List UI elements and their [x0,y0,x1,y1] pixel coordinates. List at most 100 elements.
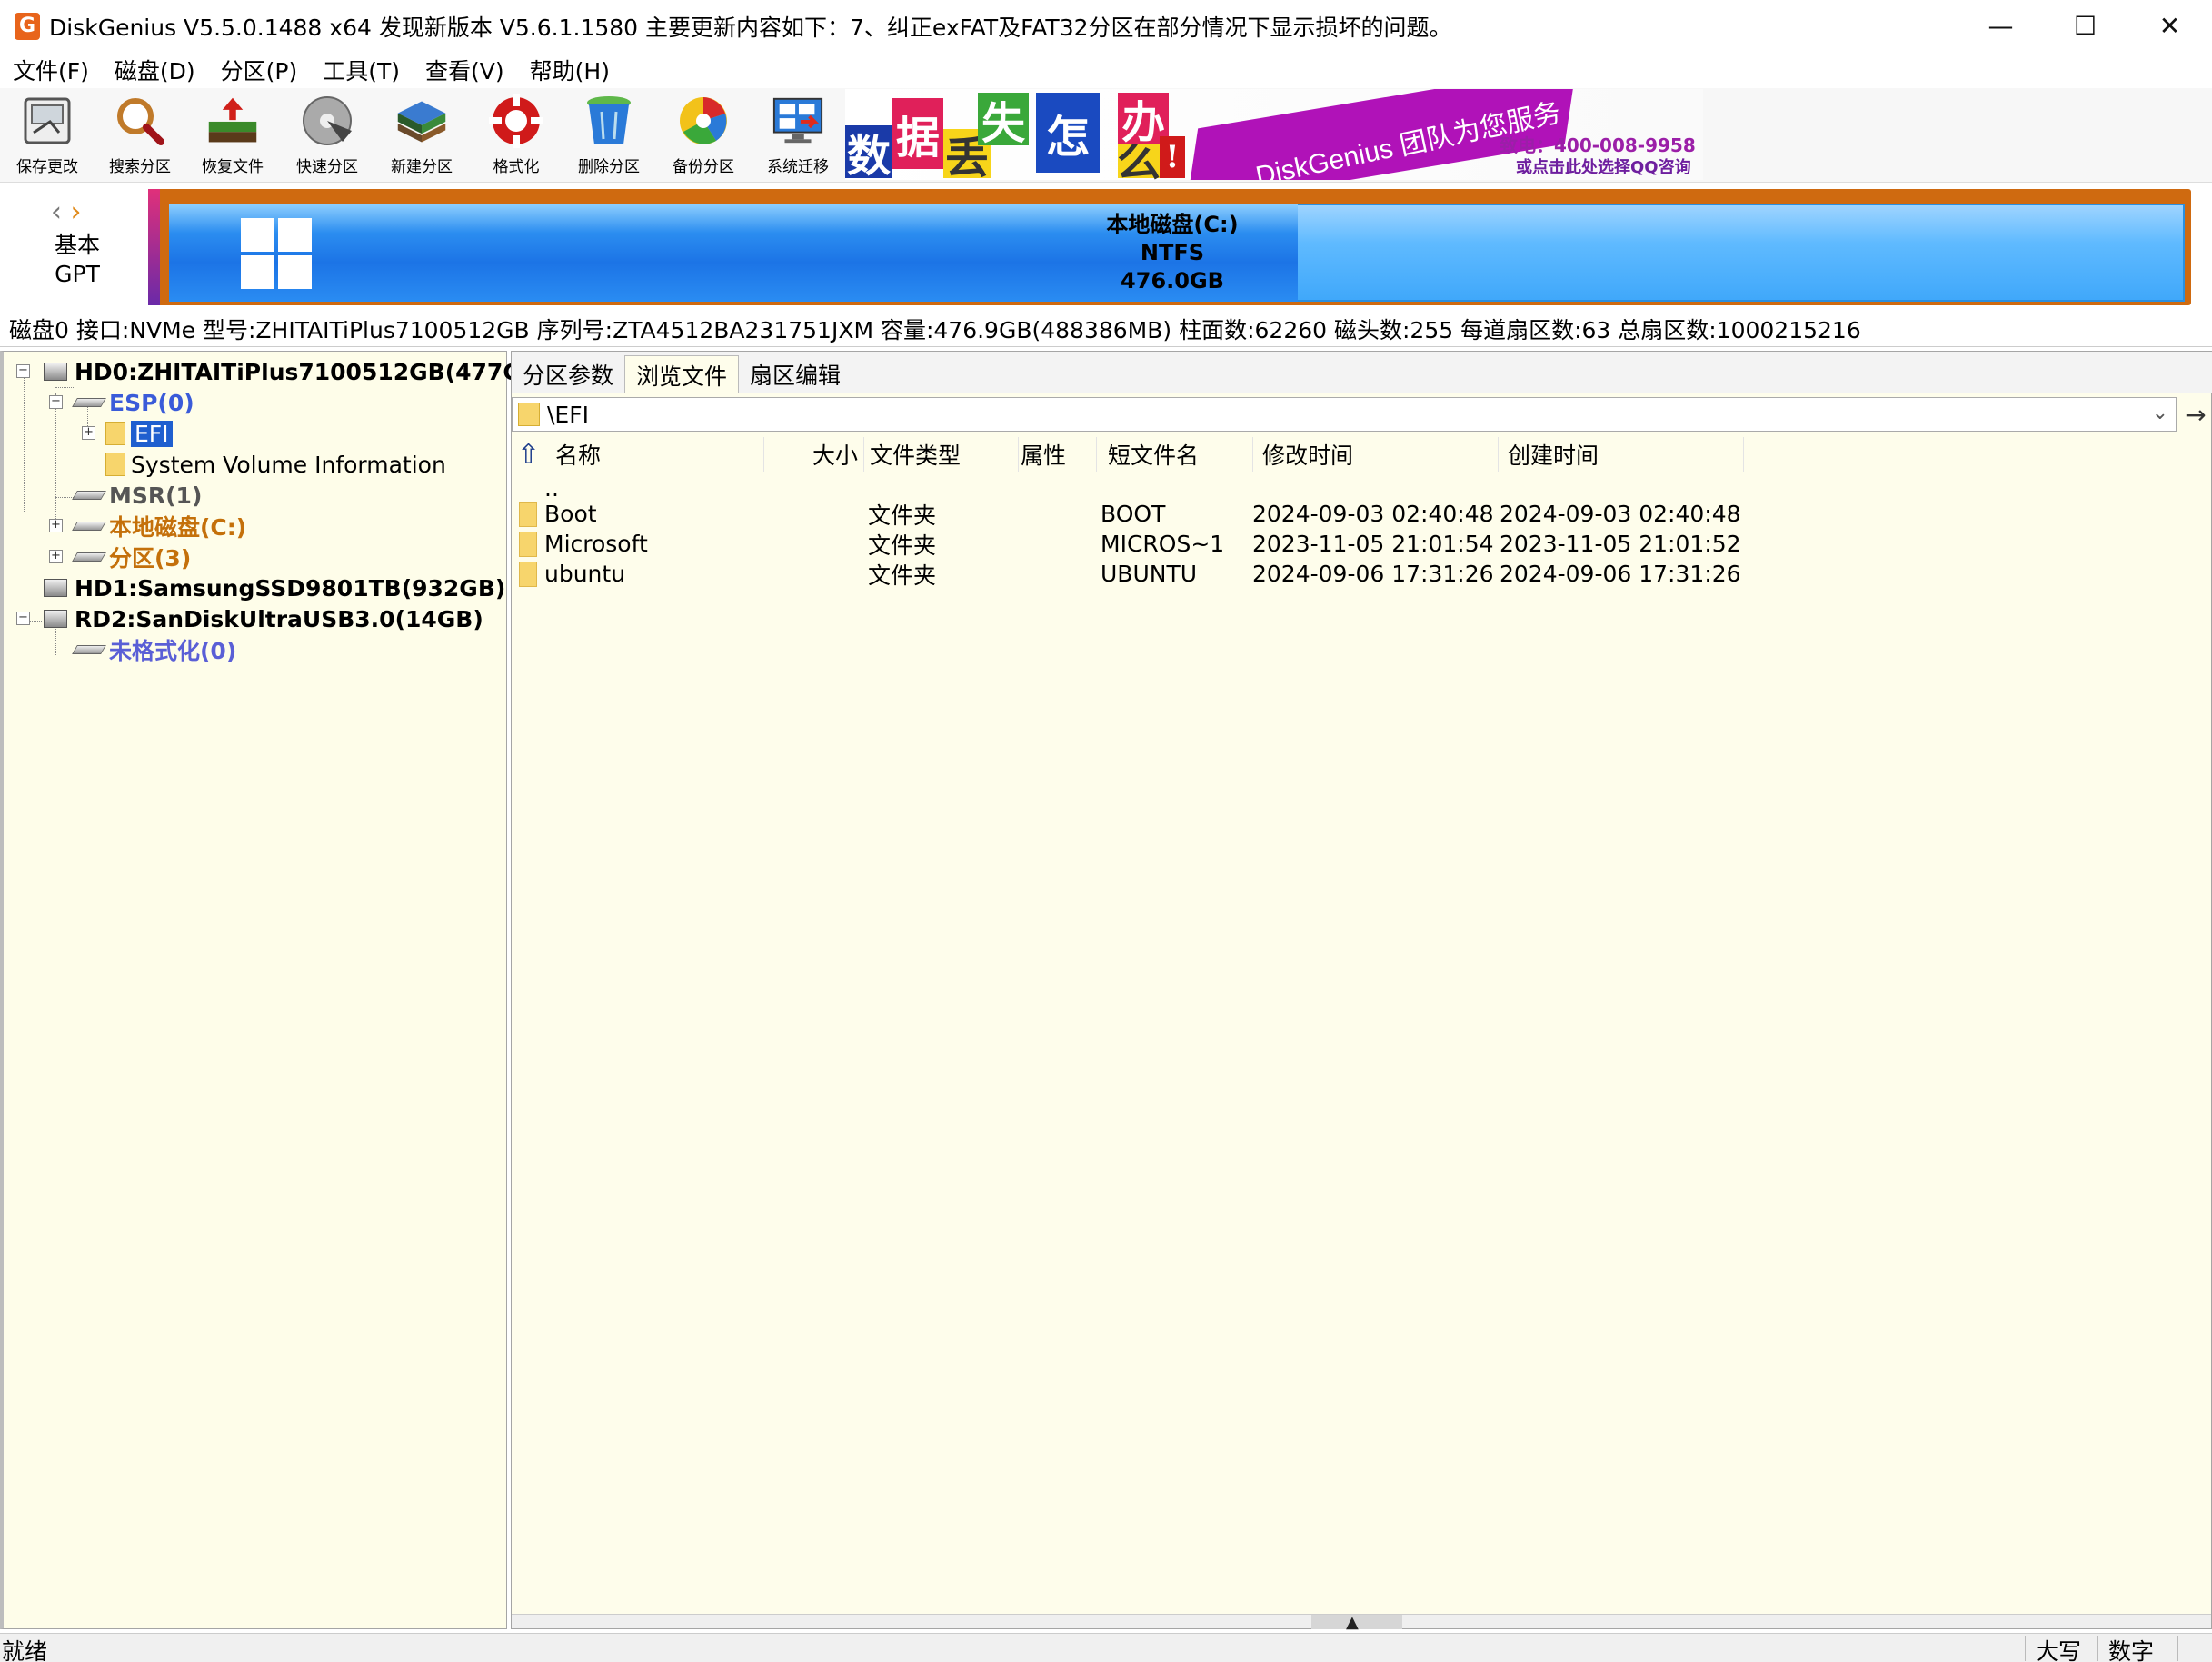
banner-char: 失 [978,93,1029,149]
menu-partition[interactable]: 分区(P) [208,54,311,86]
tree-item-hd1[interactable]: HD1:SamsungSSD9801TB(932GB) [44,573,505,602]
recover-icon [205,94,260,148]
column-size[interactable]: 大小 [764,437,864,472]
close-button[interactable]: ✕ [2127,0,2212,52]
partition-filesystem: NTFS [1140,240,1205,265]
column-modified-time[interactable]: 修改时间 [1253,437,1499,472]
next-disk-button[interactable]: › [71,196,82,228]
hard-disk-icon [44,363,67,381]
backup-icon [676,94,731,148]
tree-item-partition-3[interactable]: 分区(3) [72,542,191,572]
table-row[interactable]: Boot 文件夹 BOOT 2024-09-03 02:40:48 2024-0… [512,499,2212,529]
partition-c-info: 本地磁盘(C:) NTFS 476.0GB [1009,211,1336,295]
collapse-rd2[interactable]: − [16,612,30,625]
system-migration-button[interactable]: 系统迁移 [752,94,843,179]
tree-item-hd0[interactable]: HD0:ZHITAITiPlus7100512GB(477GB) [44,357,549,386]
file-type: 文件夹 [868,532,937,559]
column-created-time[interactable]: 创建时间 [1499,437,1744,472]
table-row[interactable]: ubuntu 文件夹 UBUNTU 2024-09-06 17:31:26 20… [512,559,2212,589]
column-attributes[interactable]: 属性 [1019,437,1097,472]
partition-icon [72,398,106,407]
tab-sector-editor[interactable]: 扇区编辑 [739,355,852,393]
path-dropdown-icon[interactable]: ⌄ [2152,402,2168,424]
table-row[interactable]: Microsoft 文件夹 MICROS~1 2023-11-05 21:01:… [512,529,2212,559]
disk-map: ‹ › 基本 GPT 本地磁盘(C:) NTFS 476.0GB [0,184,2212,311]
maximize-button[interactable]: ☐ [2043,0,2127,52]
partition-size: 476.0GB [1121,268,1224,294]
expand-c-drive[interactable]: + [49,519,63,532]
banner-qq-link[interactable]: 或点击此处选择QQ咨询 [1516,154,1691,178]
format-button[interactable]: 格式化 [471,94,562,179]
expand-efi[interactable]: + [82,426,95,440]
tab-browse-files[interactable]: 浏览文件 [624,355,740,393]
collapse-hd0[interactable]: − [16,364,30,378]
tree-item-rd2[interactable]: RD2:SanDiskUltraUSB3.0(14GB) [44,604,483,633]
banner-char: 据 [892,98,943,169]
folder-icon [518,403,540,426]
column-name[interactable]: 名称 [553,437,764,472]
menu-tools[interactable]: 工具(T) [310,54,413,86]
file-type: 文件夹 [868,502,937,529]
tree-item-unformatted[interactable]: 未格式化(0) [72,635,236,664]
menu-help[interactable]: 帮助(H) [517,54,623,86]
banner-phone: 致电：400-008-9958 [1500,134,1696,156]
new-partition-button[interactable]: 新建分区 [376,94,467,179]
horizontal-scrollbar[interactable]: ▲ [512,1613,2211,1632]
hard-disk-icon [44,579,67,597]
disk-details: 磁盘0 接口:NVMe 型号:ZHITAITiPlus7100512GB 序列号… [0,311,2212,347]
file-browser-panel: 分区参数 浏览文件 扇区编辑 \EFI ⌄ → ⇧ 名称 大小 文件类型 属性 … [511,351,2212,1632]
prev-disk-button[interactable]: ‹ [51,196,62,228]
recover-files-button[interactable]: 恢复文件 [187,94,278,179]
quick-partition-icon [300,94,354,148]
folder-icon [519,562,537,587]
folder-icon [519,502,537,527]
minimize-button[interactable]: — [1958,0,2043,52]
partition-icon [72,645,106,654]
file-modified: 2024-09-03 02:40:48 [1252,501,1494,527]
disk-tree[interactable]: − HD0:ZHITAITiPlus7100512GB(477GB) − ESP… [0,351,549,1629]
file-created: 2023-11-05 21:01:52 [1500,531,1741,557]
tree-item-system-volume-information[interactable]: System Volume Information [105,450,446,479]
quick-partition-button[interactable]: 快速分区 [282,94,373,179]
partition-icon [72,491,106,500]
disk-nav: ‹ › [51,196,82,228]
column-short-name[interactable]: 短文件名 [1099,437,1253,472]
backup-partition-button[interactable]: 备份分区 [658,94,749,179]
file-modified: 2023-11-05 21:01:54 [1252,531,1494,557]
file-name: Microsoft [544,531,648,557]
menu-disk[interactable]: 磁盘(D) [102,54,208,86]
partition-icon [72,522,106,531]
scroll-up-arrow-icon[interactable]: ▲ [1346,1613,1359,1632]
collapse-esp[interactable]: − [49,395,63,409]
column-type[interactable]: 文件类型 [868,437,1019,472]
delete-partition-button[interactable]: 删除分区 [563,94,654,179]
banner-char: 数 [845,125,892,180]
search-partition-button[interactable]: 搜索分区 [95,94,185,179]
menu-view[interactable]: 查看(V) [413,54,517,86]
title-bar: G DiskGenius V5.5.0.1488 x64 发现新版本 V5.6.… [0,0,2212,52]
folder-icon [105,422,125,445]
menu-file[interactable]: 文件(F) [0,54,102,86]
go-arrow-icon[interactable]: → [2180,397,2211,432]
expand-partition-3[interactable]: + [49,550,63,563]
status-num: 数字 [2108,1638,2155,1662]
menu-bar: 文件(F) 磁盘(D) 分区(P) 工具(T) 查看(V) 帮助(H) [0,52,2212,88]
folder-icon [519,532,537,557]
status-ready: 就绪 [2,1638,48,1662]
tab-partition-params[interactable]: 分区参数 [512,355,624,393]
path-input[interactable]: \EFI [547,402,589,428]
esp-msr-segment[interactable] [148,189,160,305]
ad-banner[interactable]: 数 据 丢 失 怎 么 办 ! DiskGenius 团队为您服务 致电：400… [845,89,1703,180]
new-partition-icon [394,94,449,148]
tree-item-esp[interactable]: ESP(0) [72,388,194,417]
save-changes-button[interactable]: 保存更改 [2,94,93,179]
tree-item-msr[interactable]: MSR(1) [72,481,202,510]
tree-item-efi[interactable]: EFI [105,419,173,448]
banner-char: 怎 [1036,93,1100,173]
up-folder-icon[interactable]: ⇧ [517,437,550,472]
tree-item-c-drive[interactable]: 本地磁盘(C:) [72,512,246,541]
tab-bar: 分区参数 浏览文件 扇区编辑 [512,352,2212,393]
disk-type-label: 基本 GPT [54,232,100,287]
path-bar[interactable]: \EFI ⌄ [512,397,2177,432]
folder-icon [105,453,125,476]
